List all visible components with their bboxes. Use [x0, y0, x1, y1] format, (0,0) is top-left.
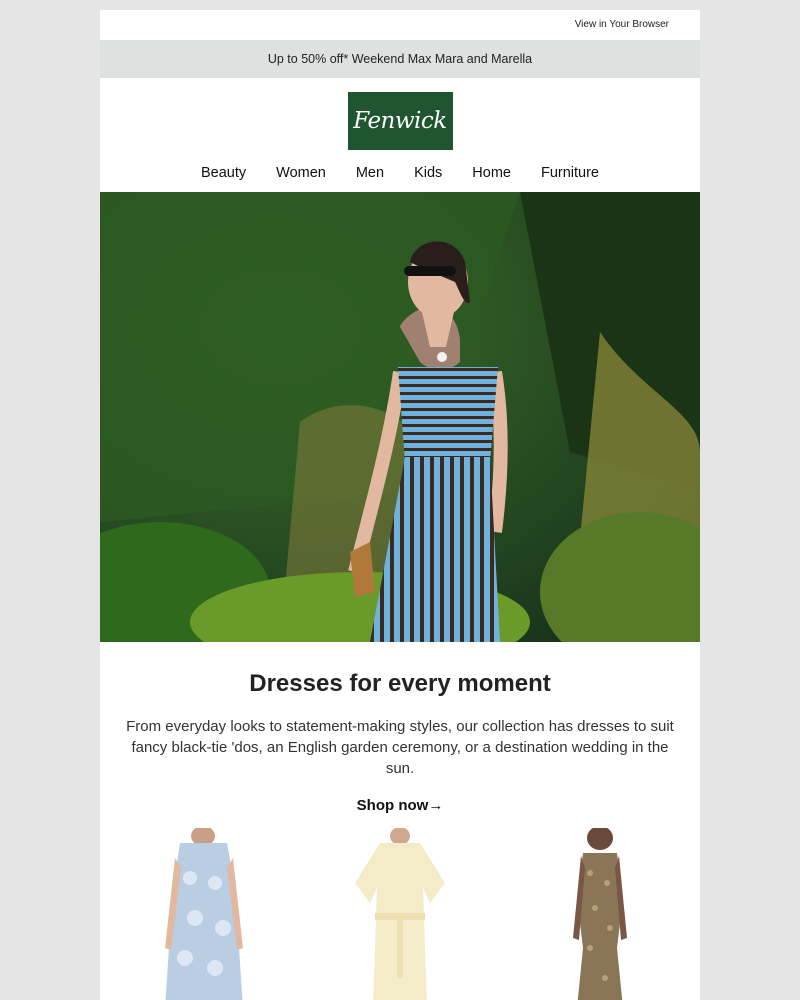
nav-item-women[interactable]: Women [276, 165, 326, 181]
nav-item-kids[interactable]: Kids [414, 165, 442, 181]
logo-area: Fenwick [100, 78, 700, 154]
logo-text: Fenwick [353, 108, 447, 134]
hero-image[interactable] [100, 192, 700, 642]
feature-headline: Dresses for every moment [249, 670, 551, 697]
top-bar: View in Your Browser [100, 10, 700, 40]
view-in-browser-link[interactable]: View in Your Browser [575, 19, 669, 30]
product-cream-dress[interactable] [335, 827, 465, 1000]
product-row [100, 826, 700, 1000]
nav-item-furniture[interactable]: Furniture [541, 165, 599, 181]
shop-now-link[interactable]: Shop now→ [357, 797, 444, 814]
product-gold-sequin-gown[interactable] [535, 826, 665, 1000]
fenwick-logo[interactable]: Fenwick [347, 92, 453, 150]
feature-section: Dresses for every moment From everyday l… [100, 670, 700, 828]
cream-dress-image [355, 827, 445, 1000]
nav-item-men[interactable]: Men [356, 165, 384, 181]
gold-sequin-gown-image [573, 826, 627, 1000]
promo-text: Up to 50% off* Weekend Max Mara and Mare… [267, 52, 533, 66]
nav-item-beauty[interactable]: Beauty [201, 165, 246, 181]
feature-body: From everyday looks to statement-making … [126, 718, 674, 777]
product-blue-lace-dress[interactable] [135, 826, 265, 1000]
email-container: View in Your Browser Up to 50% off* Week… [100, 10, 700, 1000]
promo-banner[interactable]: Up to 50% off* Weekend Max Mara and Mare… [100, 40, 700, 78]
blue-lace-dress-image [165, 826, 243, 1000]
nav-item-home[interactable]: Home [472, 165, 511, 181]
hero-illustration [100, 192, 700, 642]
main-nav: Beauty Women Men Kids Home Furniture [100, 154, 700, 192]
